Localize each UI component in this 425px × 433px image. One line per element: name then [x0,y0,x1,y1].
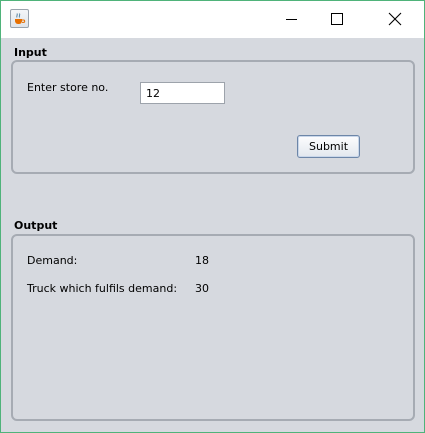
truck-label: Truck which fulfils demand: [27,282,178,295]
output-group-title: Output [14,219,58,232]
input-group-title: Input [14,46,47,59]
title-bar[interactable] [1,1,424,38]
maximize-icon[interactable] [313,1,359,38]
demand-label: Demand: [27,254,78,267]
app-window: Input Enter store no. Submit Output Dema… [0,0,425,433]
demand-value: 18 [195,254,209,267]
java-cup-icon[interactable] [10,9,29,28]
store-number-input[interactable] [140,82,225,104]
truck-value: 30 [195,282,209,295]
submit-button[interactable]: Submit [297,135,360,158]
store-number-label: Enter store no. [27,81,109,94]
close-icon[interactable] [371,1,417,38]
